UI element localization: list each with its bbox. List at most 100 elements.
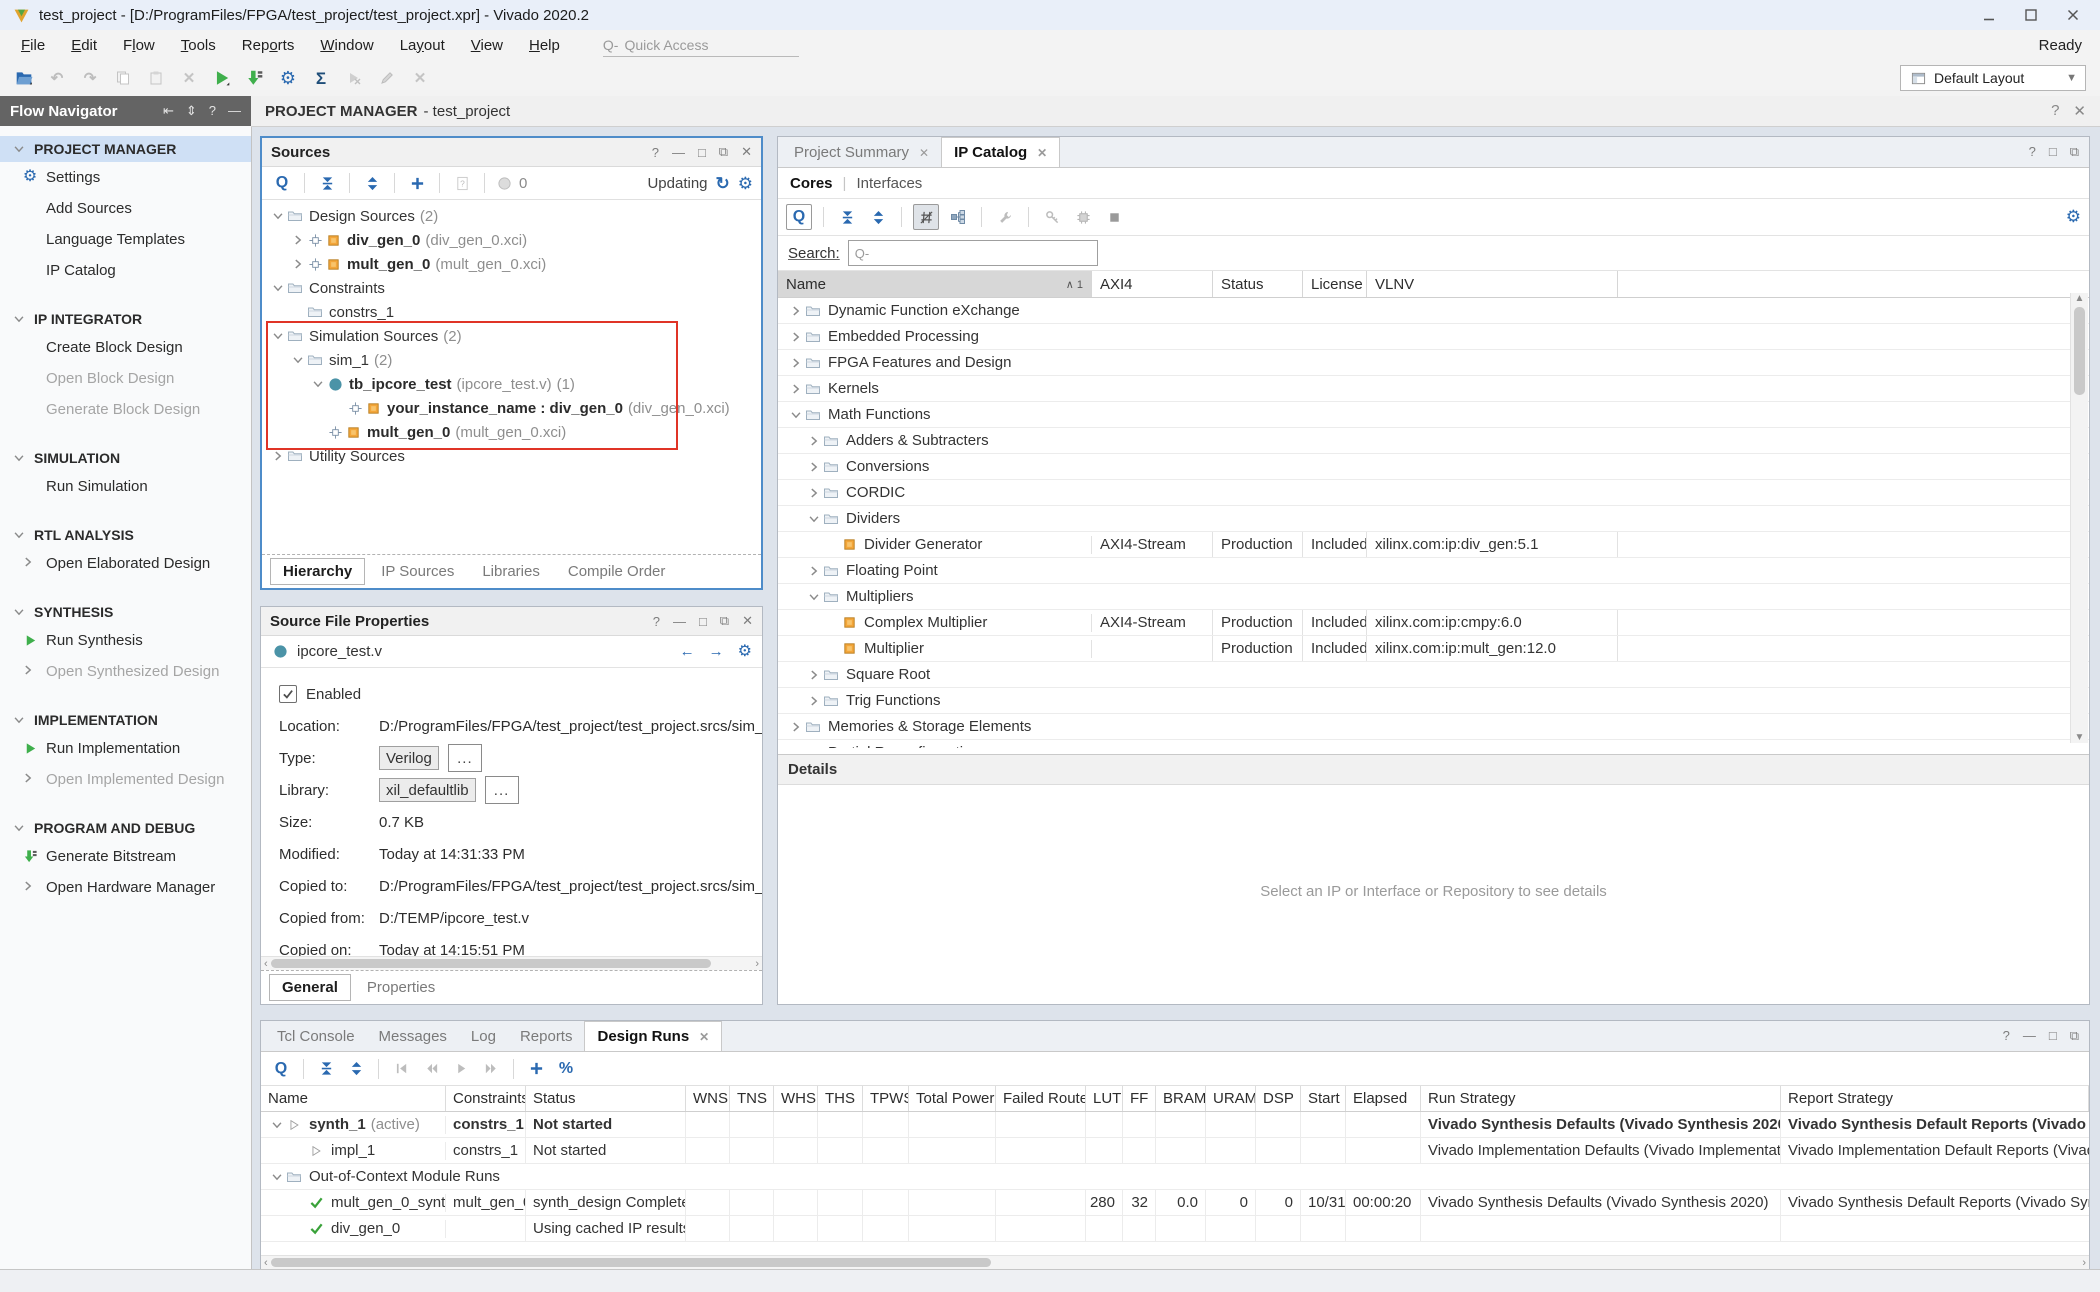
horizontal-scrollbar[interactable]: ‹ › — [261, 956, 762, 970]
copy-button[interactable] — [111, 66, 135, 90]
step-forward-button[interactable] — [479, 1057, 503, 1081]
sources-tab-hierarchy[interactable]: Hierarchy — [270, 558, 365, 585]
bottom-tab-tcl-console[interactable]: Tcl Console — [265, 1022, 367, 1051]
bottom-tab-reports[interactable]: Reports — [508, 1022, 585, 1051]
catalog-row-math-functions[interactable]: Math Functions — [778, 402, 2089, 428]
catalog-row-embedded-processing[interactable]: Embedded Processing — [778, 324, 2089, 350]
paste-button[interactable] — [144, 66, 168, 90]
chevron-right-icon[interactable] — [788, 304, 804, 318]
chevron-right-icon[interactable] — [290, 257, 306, 271]
generate-bitstream-button[interactable] — [243, 66, 267, 90]
chevron-down-icon[interactable] — [270, 329, 286, 343]
flownav-item-ip-catalog[interactable]: IP Catalog — [0, 255, 251, 286]
minimize-icon[interactable] — [1972, 3, 2006, 27]
scroll-up-icon[interactable]: ▲ — [2075, 293, 2085, 304]
vertical-scrollbar[interactable]: ▲ ▼ — [2070, 293, 2088, 743]
catalog-row-dynamic-function-exchange[interactable]: Dynamic Function eXchange — [778, 298, 2089, 324]
arrow-right-icon[interactable]: → — [709, 644, 724, 659]
tree-item-simulation-sources[interactable]: Simulation Sources(2) — [262, 324, 761, 348]
float-panel-icon[interactable]: ⧉ — [2070, 1028, 2079, 1044]
flownav-item-run-implementation[interactable]: Run Implementation — [0, 733, 251, 764]
taxonomy-filter-button[interactable] — [913, 204, 939, 230]
chevron-right-icon[interactable] — [806, 564, 822, 578]
menu-view[interactable]: View — [458, 37, 516, 54]
chevron-right-icon[interactable] — [806, 434, 822, 448]
tree-item-constrs-1[interactable]: constrs_1 — [262, 300, 761, 324]
catalog-row-multipliers[interactable]: Multipliers — [778, 584, 2089, 610]
create-run-button[interactable] — [524, 1057, 548, 1081]
catalog-row-fpga-features-and-design[interactable]: FPGA Features and Design — [778, 350, 2089, 376]
column-header-vlnv[interactable]: VLNV — [1367, 271, 1618, 297]
column-header-failed-routes[interactable]: Failed Routes — [996, 1086, 1086, 1111]
column-header-tpws[interactable]: TPWS — [863, 1086, 909, 1111]
help-icon[interactable]: ? — [209, 103, 216, 119]
scroll-right-icon[interactable]: › — [752, 958, 762, 970]
tree-item-design-sources[interactable]: Design Sources(2) — [262, 204, 761, 228]
tree-item-sim-1[interactable]: sim_1(2) — [262, 348, 761, 372]
column-header-status[interactable]: Status — [1213, 271, 1303, 297]
collapse-all-button[interactable] — [835, 205, 859, 229]
menu-flow[interactable]: Flow — [110, 37, 168, 54]
close-panel-icon[interactable]: ✕ — [741, 144, 752, 160]
flownav-item-generate-block-design[interactable]: Generate Block Design — [0, 394, 251, 425]
chevron-right-icon[interactable] — [806, 460, 822, 474]
flownav-item-open-elaborated-design[interactable]: Open Elaborated Design — [0, 548, 251, 579]
menu-layout[interactable]: Layout — [387, 37, 458, 54]
refresh-icon[interactable]: ↻ — [716, 175, 730, 192]
catalog-row-trig-functions[interactable]: Trig Functions — [778, 688, 2089, 714]
report-summary-button[interactable]: Σ — [309, 66, 333, 90]
column-header-axi4[interactable]: AXI4 — [1092, 271, 1213, 297]
flownav-item-open-implemented-design[interactable]: Open Implemented Design — [0, 764, 251, 795]
flownav-section-synthesis[interactable]: SYNTHESIS — [0, 599, 251, 625]
column-header-tns[interactable]: TNS — [730, 1086, 774, 1111]
property-field[interactable]: xil_defaultlib — [379, 778, 476, 802]
chevron-down-icon[interactable] — [269, 1170, 285, 1184]
catalog-row-cordic[interactable]: CORDIC — [778, 480, 2089, 506]
help-icon[interactable]: ? — [653, 614, 660, 629]
maximize-panel-icon[interactable]: □ — [2049, 1028, 2057, 1044]
go-to-first-button[interactable] — [389, 1057, 413, 1081]
scrollbar-thumb[interactable] — [2074, 307, 2085, 395]
flownav-item-add-sources[interactable]: Add Sources — [0, 193, 251, 224]
flownav-item-open-synthesized-design[interactable]: Open Synthesized Design — [0, 656, 251, 687]
close-icon[interactable]: ✕ — [2073, 102, 2086, 120]
chevron-right-icon[interactable] — [806, 668, 822, 682]
catalog-row-kernels[interactable]: Kernels — [778, 376, 2089, 402]
chevron-right-icon[interactable] — [788, 720, 804, 734]
tree-item-mult-gen-0[interactable]: mult_gen_0(mult_gen_0.xci) — [262, 252, 761, 276]
scrollbar-thumb[interactable] — [271, 959, 711, 968]
menu-window[interactable]: Window — [307, 37, 386, 54]
column-header-whs[interactable]: WHS — [774, 1086, 818, 1111]
gear-icon[interactable]: ⚙ — [2066, 207, 2081, 226]
column-header-name[interactable]: Name∧ 1 — [778, 271, 1092, 297]
browse-button[interactable]: ... — [485, 776, 519, 804]
chevron-right-icon[interactable] — [788, 356, 804, 370]
abort-button[interactable]: ✕ — [408, 66, 432, 90]
catalog-row-divider-generator[interactable]: Divider GeneratorAXI4-Stream Production … — [778, 532, 2089, 558]
catalog-row-multiplier[interactable]: Multiplier Production Included xilinx.co… — [778, 636, 2089, 662]
maximize-panel-icon[interactable]: □ — [699, 614, 707, 629]
tree-item-mult-gen-0[interactable]: mult_gen_0(mult_gen_0.xci) — [262, 420, 761, 444]
help-doc-button[interactable]: ? — [450, 171, 474, 195]
close-panel-icon[interactable]: ✕ — [742, 613, 753, 629]
help-icon[interactable]: ? — [2051, 102, 2059, 120]
run-button[interactable] — [210, 66, 234, 90]
column-header-wns[interactable]: WNS — [686, 1086, 730, 1111]
redo-button[interactable]: ↷ — [78, 66, 102, 90]
column-header-ff[interactable]: FF — [1123, 1086, 1156, 1111]
delete-button[interactable]: ✕ — [177, 66, 201, 90]
browse-button[interactable]: ... — [448, 744, 482, 772]
expand-collapse-icon[interactable]: ⇕ — [186, 103, 197, 119]
catalog-row-floating-point[interactable]: Floating Point — [778, 558, 2089, 584]
scroll-right-icon[interactable]: › — [2079, 1257, 2089, 1269]
run-row-impl-1[interactable]: impl_1constrs_1Not startedVivado Impleme… — [261, 1138, 2089, 1164]
flownav-section-implementation[interactable]: IMPLEMENTATION — [0, 707, 251, 733]
edit-button[interactable] — [375, 66, 399, 90]
close-icon[interactable] — [2056, 3, 2090, 27]
ip-settings-button[interactable] — [1071, 205, 1095, 229]
chevron-down-icon[interactable] — [290, 353, 306, 367]
maximize-panel-icon[interactable]: □ — [2049, 144, 2057, 160]
chevron-right-icon[interactable] — [270, 449, 286, 463]
quick-access-input[interactable]: Q- Quick Access — [603, 34, 799, 57]
search-button[interactable]: Q — [270, 171, 294, 195]
